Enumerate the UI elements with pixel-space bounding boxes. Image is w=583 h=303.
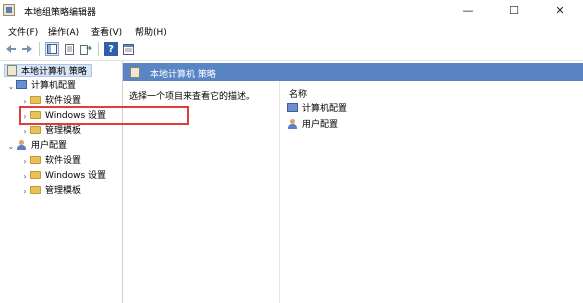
tree-item-computer-admin-templates[interactable]: › 管理模板 <box>20 125 81 138</box>
tree-item-label: 计算机配置 <box>31 81 77 91</box>
show-hide-tree-icon[interactable] <box>45 42 59 56</box>
user-icon <box>16 140 27 150</box>
folder-icon <box>30 171 41 179</box>
minimize-button[interactable]: — <box>445 0 491 22</box>
menu-action[interactable]: 操作(A) <box>48 25 79 38</box>
policy-editor-app-icon <box>3 4 15 16</box>
toolbar-separator <box>39 42 40 56</box>
menu-bar: 文件(F) 操作(A) 查看(V) 帮助(H) <box>0 22 583 39</box>
tree-item-user-admin-templates[interactable]: › 管理模板 <box>20 185 81 198</box>
tree-item-user-windows-settings[interactable]: › Windows 设置 <box>20 170 106 183</box>
back-icon[interactable] <box>4 42 18 56</box>
chevron-down-icon[interactable]: ⌄ <box>6 140 16 153</box>
tree-item-user-software-settings[interactable]: › 软件设置 <box>20 155 81 168</box>
folder-icon <box>30 186 41 194</box>
chevron-right-icon[interactable]: › <box>20 185 30 198</box>
details-pane-header: 本地计算机 策略 <box>123 63 583 81</box>
menu-help[interactable]: 帮助(H) <box>135 25 167 38</box>
refresh-icon[interactable] <box>79 42 93 56</box>
forward-icon[interactable] <box>20 42 34 56</box>
policy-icon <box>130 67 140 78</box>
folder-icon <box>30 96 41 104</box>
list-item-label: 计算机配置 <box>302 104 348 114</box>
tree-root-local-policy[interactable]: 本地计算机 策略 <box>4 64 92 77</box>
list-item-computer-config[interactable]: 计算机配置 <box>287 103 347 116</box>
computer-icon <box>16 80 27 89</box>
policy-icon <box>7 65 17 76</box>
folder-icon <box>30 126 41 134</box>
chevron-right-icon[interactable]: › <box>20 155 30 168</box>
column-header-name[interactable]: 名称 <box>289 87 307 100</box>
user-icon <box>287 119 298 129</box>
details-pane-title: 本地计算机 策略 <box>150 70 216 80</box>
tree-item-label: 软件设置 <box>45 156 82 166</box>
tree-item-label: 管理模板 <box>45 186 82 196</box>
tree-root-label: 本地计算机 策略 <box>21 67 87 77</box>
list-item-user-config[interactable]: 用户配置 <box>287 119 338 132</box>
close-button[interactable]: ✕ <box>537 0 583 22</box>
list-item-label: 用户配置 <box>302 120 339 130</box>
computer-icon <box>287 103 298 112</box>
menu-file[interactable]: 文件(F) <box>8 25 38 38</box>
pane-divider[interactable] <box>279 81 280 303</box>
tree-item-user-config[interactable]: ⌄ 用户配置 <box>6 140 67 153</box>
tree-item-computer-config[interactable]: ⌄ 计算机配置 <box>6 80 76 93</box>
tree-item-label: 管理模板 <box>45 126 82 136</box>
toolbar-separator <box>98 42 99 56</box>
title-bar: 本地组策略编辑器 — ☐ ✕ <box>0 0 583 22</box>
tree-item-label: 软件设置 <box>45 96 82 106</box>
window-title: 本地组策略编辑器 <box>24 8 97 18</box>
chevron-down-icon[interactable]: ⌄ <box>6 80 16 93</box>
highlight-annotation <box>19 106 189 125</box>
toolbar: ? <box>0 39 583 61</box>
tree-item-label: 用户配置 <box>31 141 68 151</box>
chevron-right-icon[interactable]: › <box>20 170 30 183</box>
properties-icon[interactable] <box>121 42 135 56</box>
chevron-right-icon[interactable]: › <box>20 125 30 138</box>
help-icon[interactable]: ? <box>104 42 118 56</box>
maximize-button[interactable]: ☐ <box>491 0 537 22</box>
export-list-icon[interactable] <box>63 42 77 56</box>
folder-icon <box>30 156 41 164</box>
description-text: 选择一个项目来查看它的描述。 <box>129 92 256 102</box>
menu-view[interactable]: 查看(V) <box>91 25 122 38</box>
tree-item-label: Windows 设置 <box>45 171 107 181</box>
